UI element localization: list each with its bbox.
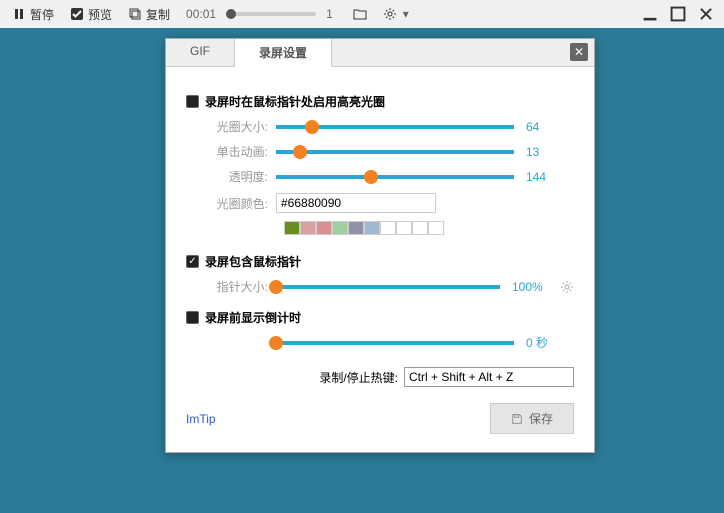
save-label: 保存 [529,410,553,427]
pause-button[interactable]: 暂停 [6,4,60,25]
pointer-size-slider[interactable] [276,285,500,289]
color-swatch[interactable] [412,221,428,235]
click-anim-thumb[interactable] [293,145,307,159]
countdown-section-header[interactable]: 录屏前显示倒计时 [186,309,574,326]
tab-gif[interactable]: GIF [166,39,235,66]
highlight-section-header[interactable]: 录屏时在鼠标指针处启用高亮光圈 [186,93,574,110]
pointer-size-label: 指针大小: [186,278,276,295]
color-swatch[interactable] [396,221,412,235]
time-slider-thumb[interactable] [226,9,236,19]
copy-button[interactable]: 复制 [122,4,176,25]
countdown-row: 0 秒 [186,334,574,351]
settings-dialog: GIF 录屏设置 ✕ 录屏时在鼠标指针处启用高亮光圈 光圈大小: 64 单击动画… [165,38,595,453]
pointer-settings-icon[interactable] [560,280,574,294]
tab-bar: GIF 录屏设置 ✕ [166,39,594,67]
open-button[interactable] [347,5,373,23]
halo-size-label: 光圈大小: [186,118,276,135]
color-swatches [284,221,574,235]
click-anim-row: 单击动画: 13 [186,143,574,160]
settings-button[interactable] [377,5,403,23]
time-slider[interactable] [226,12,316,16]
opacity-value: 144 [526,170,574,184]
pointer-size-thumb[interactable] [269,280,283,294]
folder-icon [353,7,367,21]
opacity-row: 透明度: 144 [186,168,574,185]
color-swatch[interactable] [300,221,316,235]
color-swatch[interactable] [348,221,364,235]
tab-recording-settings[interactable]: 录屏设置 [235,39,332,67]
copy-icon [128,7,142,21]
check-icon [70,7,84,21]
color-swatch[interactable] [428,221,444,235]
opacity-label: 透明度: [186,168,276,185]
cursor-section-header[interactable]: 录屏包含鼠标指针 [186,253,574,270]
minimize-button[interactable] [638,5,662,23]
countdown-title: 录屏前显示倒计时 [205,309,301,326]
color-swatch[interactable] [284,221,300,235]
pointer-size-value: 100% [512,280,560,294]
countdown-checkbox[interactable] [186,311,199,324]
pause-icon [12,7,26,21]
dialog-footer: ImTip 保存 [186,399,574,442]
color-swatch[interactable] [316,221,332,235]
close-button[interactable] [694,5,718,23]
countdown-slider[interactable] [276,341,514,345]
imtip-link[interactable]: ImTip [186,412,216,426]
save-button[interactable]: 保存 [490,403,574,434]
hotkey-label: 录制/停止热键: [319,369,398,386]
cursor-checkbox[interactable] [186,255,199,268]
halo-size-slider[interactable] [276,125,514,129]
click-anim-slider[interactable] [276,150,514,154]
color-swatch[interactable] [332,221,348,235]
preview-button[interactable]: 预览 [64,4,118,25]
opacity-slider[interactable] [276,175,514,179]
highlight-title: 录屏时在鼠标指针处启用高亮光圈 [205,93,385,110]
opacity-thumb[interactable] [364,170,378,184]
highlight-checkbox[interactable] [186,95,199,108]
halo-color-input[interactable] [276,193,436,213]
click-anim-label: 单击动画: [186,143,276,160]
dialog-body: 录屏时在鼠标指针处启用高亮光圈 光圈大小: 64 单击动画: 13 透明度: 1… [166,67,594,452]
gear-icon [383,7,397,21]
countdown-thumb[interactable] [269,336,283,350]
hotkey-row: 录制/停止热键: [186,367,574,387]
preview-label: 预览 [88,6,112,23]
click-anim-value: 13 [526,145,574,159]
pause-label: 暂停 [30,6,54,23]
frame-label: 1 [326,7,333,21]
halo-size-value: 64 [526,120,574,134]
maximize-button[interactable] [666,5,690,23]
halo-color-label: 光圈颜色: [186,195,276,212]
toolbar: 暂停 预览 复制 00:01 1 ▾ [0,0,724,28]
cursor-title: 录屏包含鼠标指针 [205,253,301,270]
time-label: 00:01 [186,7,216,21]
halo-size-row: 光圈大小: 64 [186,118,574,135]
countdown-value: 0 秒 [526,334,574,351]
dialog-close-button[interactable]: ✕ [570,43,588,61]
color-swatch[interactable] [380,221,396,235]
copy-label: 复制 [146,6,170,23]
pointer-size-row: 指针大小: 100% [186,278,574,295]
halo-size-thumb[interactable] [305,120,319,134]
hotkey-input[interactable] [404,367,574,387]
color-swatch[interactable] [364,221,380,235]
save-icon [511,413,523,425]
halo-color-row: 光圈颜色: [186,193,574,213]
